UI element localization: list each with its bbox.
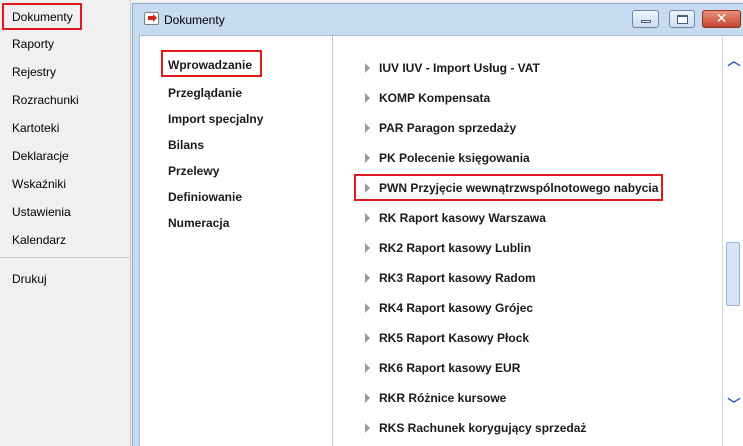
list-item-rk2[interactable]: RK2 Raport kasowy Lublin: [334, 238, 722, 258]
submenu-item-label: Definiowanie: [168, 190, 243, 204]
submenu-item-label: Przelewy: [168, 164, 220, 178]
nav-item-label: Kartoteki: [12, 121, 60, 135]
list-item-label: RK4 Raport kasowy Grójec: [379, 301, 534, 315]
list-item-label: PAR Paragon sprzedaży: [379, 121, 517, 135]
list-item-label: RK6 Raport kasowy EUR: [379, 361, 521, 375]
nav-item-rozrachunki[interactable]: Rozrachunki: [12, 93, 79, 107]
nav-item-label: Raporty: [12, 37, 55, 51]
close-icon: ✕: [715, 11, 728, 27]
list-item-par[interactable]: PAR Paragon sprzedaży: [334, 118, 722, 138]
submenu-item-label: Numeracja: [168, 216, 230, 230]
nav-item-ustawienia[interactable]: Ustawienia: [12, 205, 71, 219]
submenu-item-label: Przeglądanie: [168, 86, 243, 100]
nav-item-wskazniki[interactable]: Wskaźniki: [12, 177, 66, 191]
nav-item-dokumenty[interactable]: Dokumenty: [2, 3, 82, 30]
nav-item-kalendarz[interactable]: Kalendarz: [12, 233, 66, 247]
expand-arrow-icon: [365, 213, 370, 223]
nav-item-raporty[interactable]: Raporty: [12, 37, 54, 51]
dokumenty-window: Dokumenty ✕ Wprowadzanie Przeglądanie Im…: [132, 3, 743, 446]
window-title: Dokumenty: [164, 13, 225, 27]
expand-arrow-icon: [365, 303, 370, 313]
nav-item-label: Dokumenty: [12, 10, 73, 24]
expand-arrow-icon: [365, 393, 370, 403]
list-item-rkr[interactable]: RKR Różnice kursowe: [334, 388, 722, 408]
nav-item-label: Drukuj: [12, 272, 47, 286]
submenu-item-numeracja[interactable]: Numeracja: [168, 216, 229, 230]
list-item-label: RKS Rachunek korygujący sprzedaż: [379, 421, 587, 435]
window-titlebar[interactable]: Dokumenty ✕: [133, 4, 743, 34]
nav-item-label: Ustawienia: [12, 205, 71, 219]
expand-arrow-icon: [365, 423, 370, 433]
submenu-item-import-specjalny[interactable]: Import specjalny: [168, 112, 263, 126]
list-item-label: RK5 Raport Kasowy Płock: [379, 331, 530, 345]
list-item-rk5[interactable]: RK5 Raport Kasowy Płock: [334, 328, 722, 348]
expand-arrow-icon: [365, 333, 370, 343]
expand-arrow-icon: [365, 363, 370, 373]
nav-item-label: Kalendarz: [12, 233, 67, 247]
list-item-rk3[interactable]: RK3 Raport kasowy Radom: [334, 268, 722, 288]
list-item-rk6[interactable]: RK6 Raport kasowy EUR: [334, 358, 722, 378]
nav-item-rejestry[interactable]: Rejestry: [12, 65, 56, 79]
left-navigation: Dokumenty Raporty Rejestry Rozrachunki K…: [0, 0, 131, 446]
expand-arrow-icon: [365, 123, 370, 133]
list-item-label: IUV IUV - Import Usług - VAT: [379, 61, 540, 75]
list-item-label: RK2 Raport kasowy Lublin: [379, 241, 532, 255]
nav-item-label: Rozrachunki: [12, 93, 79, 107]
nav-item-label: Rejestry: [12, 65, 57, 79]
expand-arrow-icon: [365, 243, 370, 253]
minimize-button[interactable]: [632, 10, 659, 28]
submenu-item-label: Bilans: [168, 138, 205, 152]
submenu-item-przelewy[interactable]: Przelewy: [168, 164, 219, 178]
list-item-label: KOMP Kompensata: [379, 91, 491, 105]
nav-divider: [0, 257, 131, 258]
submenu-panel: Wprowadzanie Przeglądanie Import specjal…: [140, 36, 333, 446]
expand-arrow-icon: [365, 63, 370, 73]
submenu-item-wprowadzanie[interactable]: Wprowadzanie: [161, 50, 262, 77]
nav-item-kartoteki[interactable]: Kartoteki: [12, 121, 59, 135]
list-item-komp[interactable]: KOMP Kompensata: [334, 88, 722, 108]
expand-arrow-icon: [365, 153, 370, 163]
nav-item-label: Wskaźniki: [12, 177, 67, 191]
list-scrollbar[interactable]: ︿ ﹀: [722, 36, 743, 446]
scrollbar-thumb[interactable]: [726, 242, 740, 306]
nav-item-label: Deklaracje: [12, 149, 69, 163]
expand-arrow-icon: [365, 183, 370, 193]
list-item-iuv[interactable]: IUV IUV - Import Usług - VAT: [334, 58, 722, 78]
list-item-label: RKR Różnice kursowe: [379, 391, 507, 405]
submenu-item-label: Wprowadzanie: [168, 58, 253, 72]
list-item-label: PK Polecenie księgowania: [379, 151, 530, 165]
maximize-button[interactable]: [669, 10, 695, 28]
expand-arrow-icon: [365, 273, 370, 283]
list-item-pwn[interactable]: PWN Przyjęcie wewnątrzwspólnotowego naby…: [354, 174, 663, 201]
list-item-pk[interactable]: PK Polecenie księgowania: [334, 148, 722, 168]
list-item-label: RK Raport kasowy Warszawa: [379, 211, 546, 225]
submenu-item-przegladanie[interactable]: Przeglądanie: [168, 86, 242, 100]
window-client-area: Wprowadzanie Przeglądanie Import specjal…: [139, 35, 743, 446]
nav-item-drukuj[interactable]: Drukuj: [12, 272, 47, 286]
close-button[interactable]: ✕: [702, 10, 741, 28]
document-type-list: IUV IUV - Import Usług - VAT KOMP Kompen…: [334, 36, 722, 446]
document-arrow-icon: [144, 12, 159, 25]
minimize-icon: [641, 20, 651, 23]
list-item-label: PWN Przyjęcie wewnątrzwspólnotowego naby…: [379, 181, 659, 195]
list-item-rk[interactable]: RK Raport kasowy Warszawa: [334, 208, 722, 228]
nav-item-deklaracje[interactable]: Deklaracje: [12, 149, 69, 163]
expand-arrow-icon: [365, 93, 370, 103]
maximize-icon: [677, 15, 688, 24]
chevron-down-icon[interactable]: ﹀: [727, 399, 741, 412]
submenu-item-definiowanie[interactable]: Definiowanie: [168, 190, 242, 204]
list-item-rk4[interactable]: RK4 Raport kasowy Grójec: [334, 298, 722, 318]
list-item-rks[interactable]: RKS Rachunek korygujący sprzedaż: [334, 418, 722, 438]
submenu-item-bilans[interactable]: Bilans: [168, 138, 204, 152]
submenu-item-label: Import specjalny: [168, 112, 264, 126]
list-item-label: RK3 Raport kasowy Radom: [379, 271, 536, 285]
chevron-up-icon[interactable]: ︿: [727, 55, 741, 68]
